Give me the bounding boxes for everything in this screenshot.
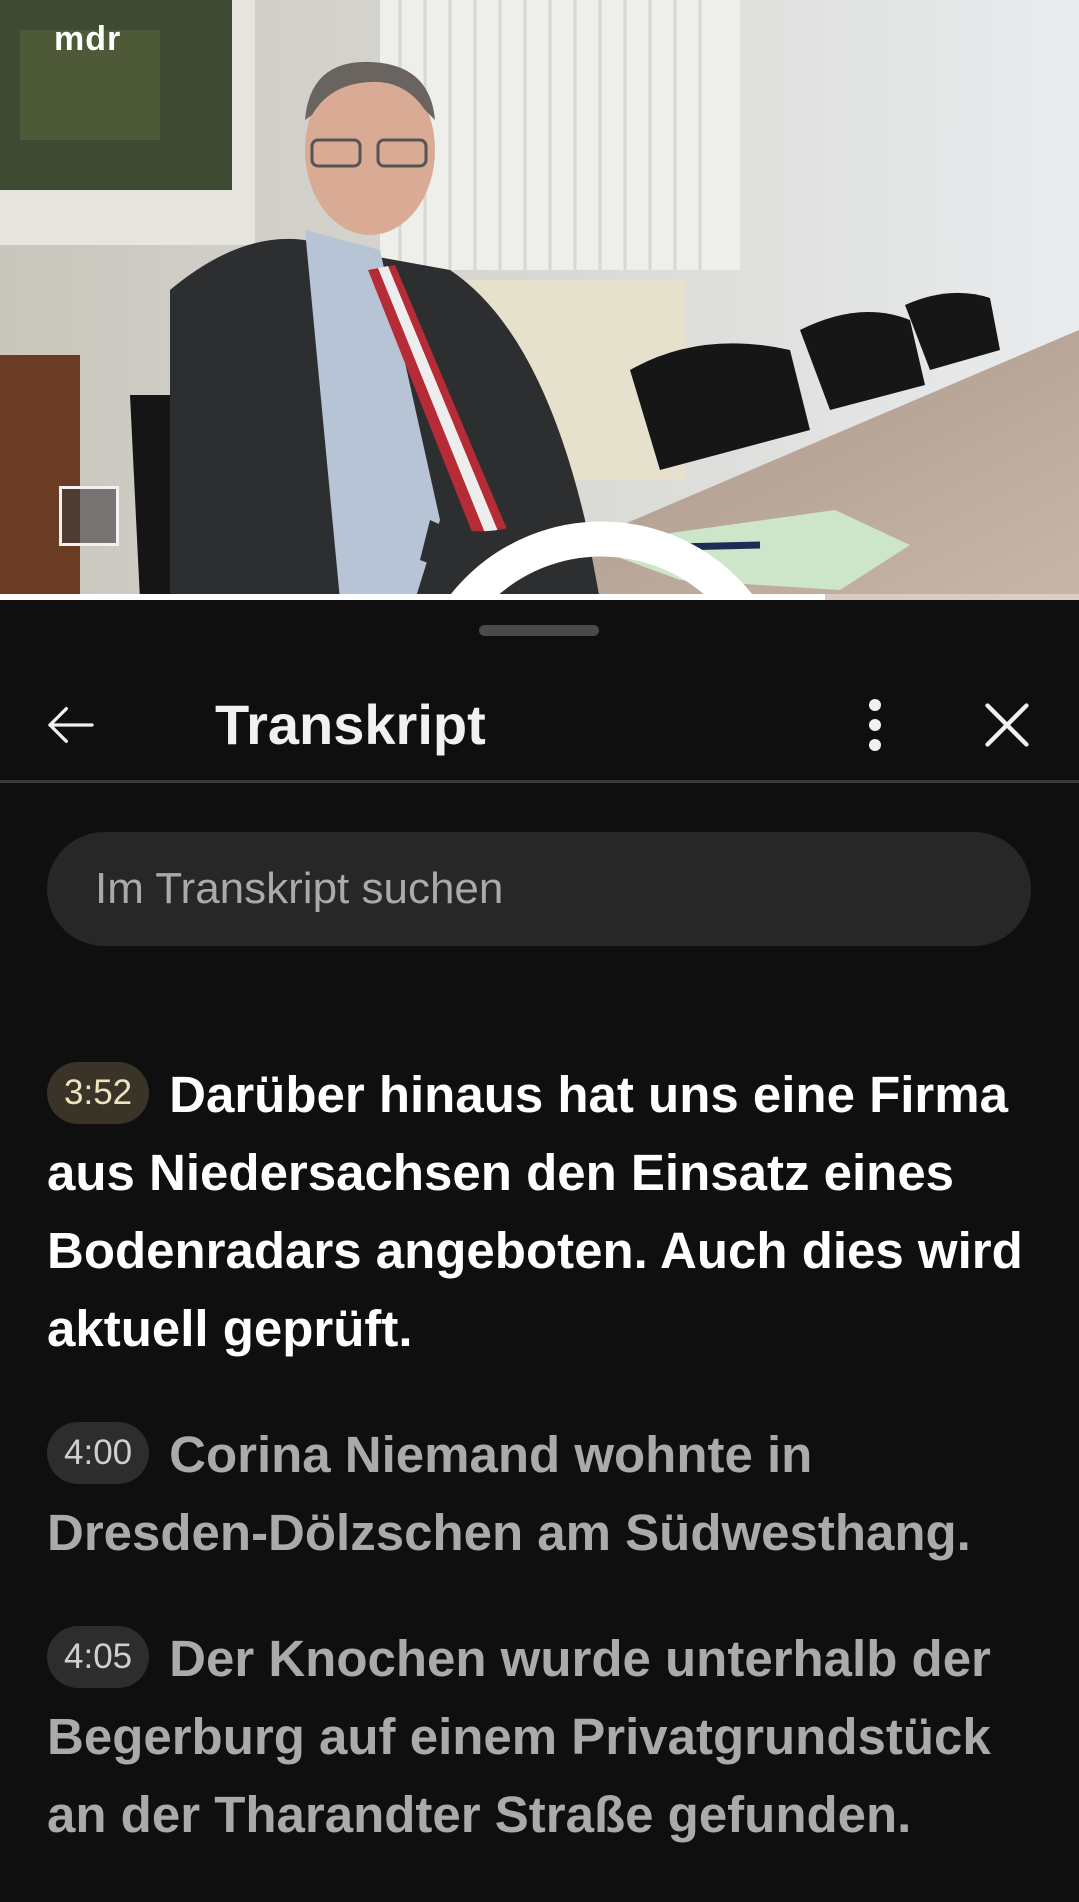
- close-button[interactable]: [972, 690, 1042, 760]
- transcript-segments: 3:52 Darüber hinaus hat uns eine Firma au…: [47, 1056, 1037, 1902]
- transcript-segment[interactable]: 4:00 Corina Niemand wohnte in Dresden-Döl…: [47, 1416, 1037, 1572]
- header-divider: [0, 780, 1079, 783]
- transcript-search[interactable]: [47, 832, 1031, 946]
- back-button[interactable]: [36, 690, 106, 760]
- arrow-left-icon: [48, 707, 94, 743]
- timestamp-badge[interactable]: 4:05: [47, 1626, 150, 1688]
- panel-title: Transkript: [215, 693, 486, 756]
- close-icon: [985, 703, 1029, 747]
- segment-text: Darüber hinaus hat uns eine Firma aus Ni…: [47, 1066, 1023, 1357]
- search-input[interactable]: [95, 832, 995, 946]
- transcript-segment[interactable]: 4:05 Der Knochen wurde unterhalb der Bege…: [47, 1620, 1037, 1854]
- timestamp-badge[interactable]: 3:52: [47, 1062, 150, 1124]
- panel-header: Transkript: [0, 670, 1079, 780]
- channel-logo: mdr: [54, 20, 122, 58]
- more-vertical-icon: [869, 699, 881, 751]
- more-options-button[interactable]: [840, 690, 910, 760]
- segment-text: Corina Niemand wohnte in Dresden-Dölzsch…: [47, 1426, 971, 1561]
- drag-handle[interactable]: [479, 625, 599, 636]
- fingerprint-icon[interactable]: [59, 486, 757, 600]
- segment-text: Der Knochen wurde unterhalb der Begerbur…: [47, 1630, 991, 1843]
- transcript-segment[interactable]: 3:52 Darüber hinaus hat uns eine Firma au…: [47, 1056, 1037, 1368]
- transcript-panel: Transkript 3:52Darüber hinaus hat uns ei…: [0, 600, 1079, 1858]
- video-player[interactable]: mdr: [0, 0, 1079, 600]
- timestamp-badge[interactable]: 4:00: [47, 1422, 150, 1484]
